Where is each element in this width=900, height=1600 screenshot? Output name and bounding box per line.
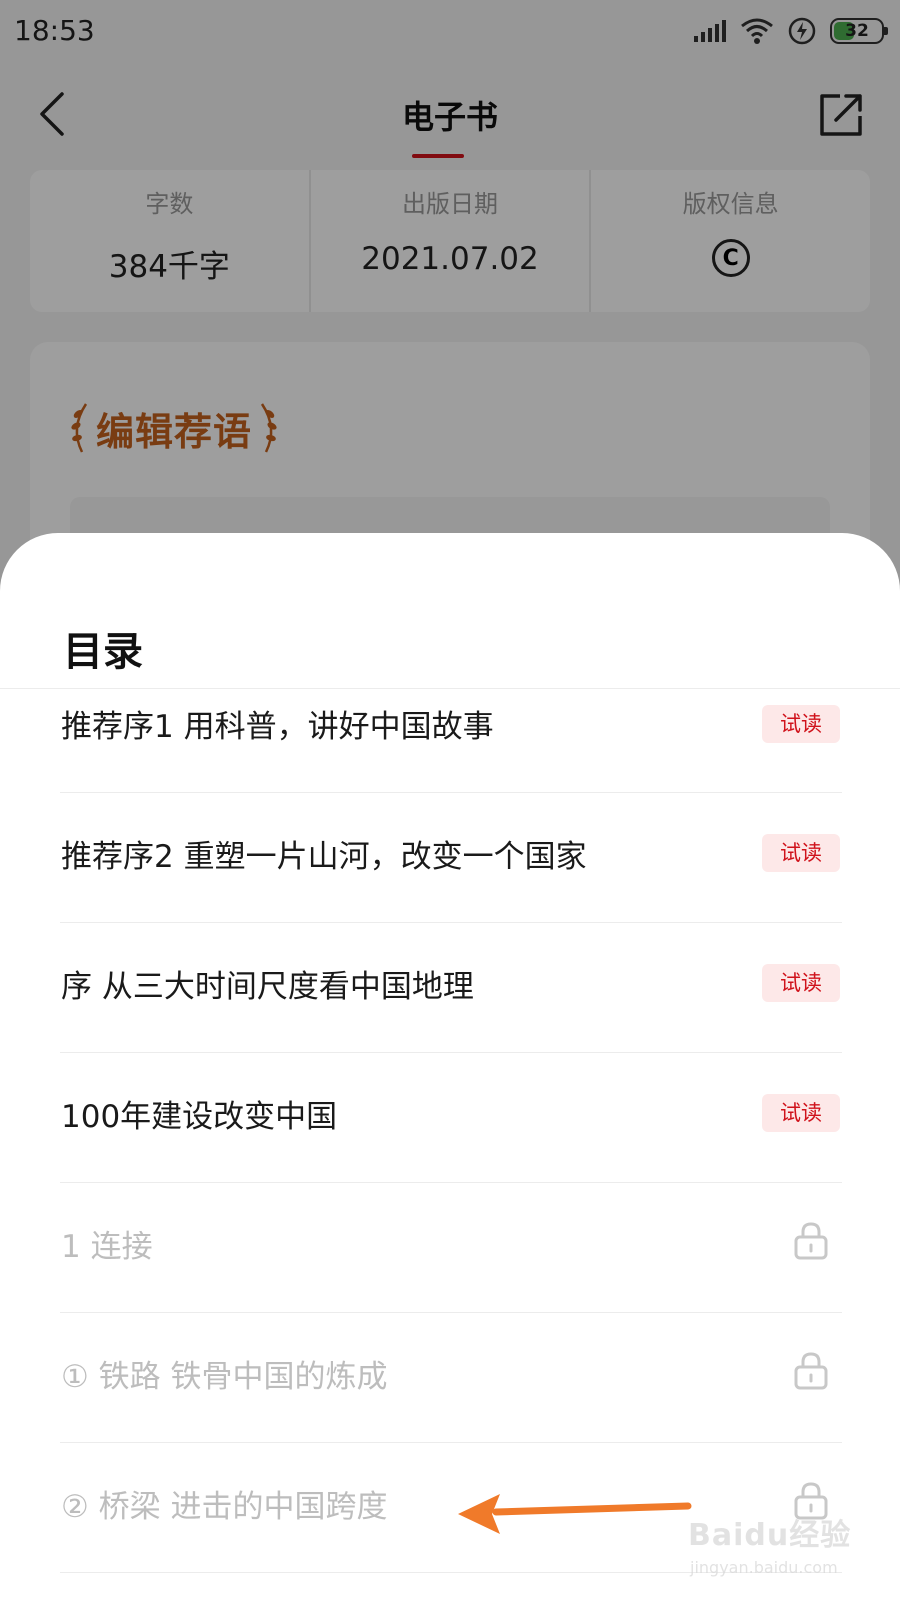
toc-item-title: ② 桥梁 进击的中国跨度 bbox=[61, 1489, 388, 1525]
toc-item[interactable]: 推荐序2 重塑一片山河，改变一个国家 试读 bbox=[60, 793, 842, 923]
toc-item-title: 100年建设改变中国 bbox=[61, 1099, 338, 1135]
trial-read-badge: 试读 bbox=[762, 1094, 840, 1132]
toc-item-locked[interactable]: 1 连接 bbox=[60, 1183, 842, 1313]
trial-read-badge: 试读 bbox=[762, 964, 840, 1002]
toc-item-locked[interactable]: ① 铁路 铁骨中国的炼成 bbox=[60, 1313, 842, 1443]
toc-item-title: ① 铁路 铁骨中国的炼成 bbox=[61, 1359, 388, 1395]
toc-item-title: 1 连接 bbox=[61, 1229, 153, 1265]
trial-read-badge: 试读 bbox=[762, 834, 840, 872]
lock-icon bbox=[794, 1222, 828, 1260]
watermark-brand: Baidu经验 bbox=[688, 1518, 852, 1553]
watermark-url: jingyan.baidu.com bbox=[690, 1558, 838, 1577]
toc-bottom-sheet: 目录 推荐序1 用科普，讲好中国故事 试读 推荐序2 重塑一片山河，改变一个国家… bbox=[0, 533, 900, 1600]
toc-item-title: 推荐序1 用科普，讲好中国故事 bbox=[61, 709, 494, 745]
toc-item-title: 推荐序2 重塑一片山河，改变一个国家 bbox=[61, 839, 587, 875]
toc-item[interactable]: 100年建设改变中国 试读 bbox=[60, 1053, 842, 1183]
trial-read-badge: 试读 bbox=[762, 705, 840, 743]
baidu-jingyan-watermark: Baidu经验 jingyan.baidu.com bbox=[688, 1510, 858, 1590]
toc-item-title: 序 从三大时间尺度看中国地理 bbox=[61, 969, 474, 1005]
toc-item[interactable]: 序 从三大时间尺度看中国地理 试读 bbox=[60, 923, 842, 1053]
toc-list: 推荐序1 用科普，讲好中国故事 试读 推荐序2 重塑一片山河，改变一个国家 试读… bbox=[60, 689, 842, 1573]
lock-icon bbox=[794, 1352, 828, 1390]
toc-item[interactable]: 推荐序1 用科普，讲好中国故事 试读 bbox=[60, 689, 842, 793]
annotation-arrow-icon bbox=[458, 1494, 692, 1534]
toc-title: 目录 bbox=[63, 629, 143, 675]
